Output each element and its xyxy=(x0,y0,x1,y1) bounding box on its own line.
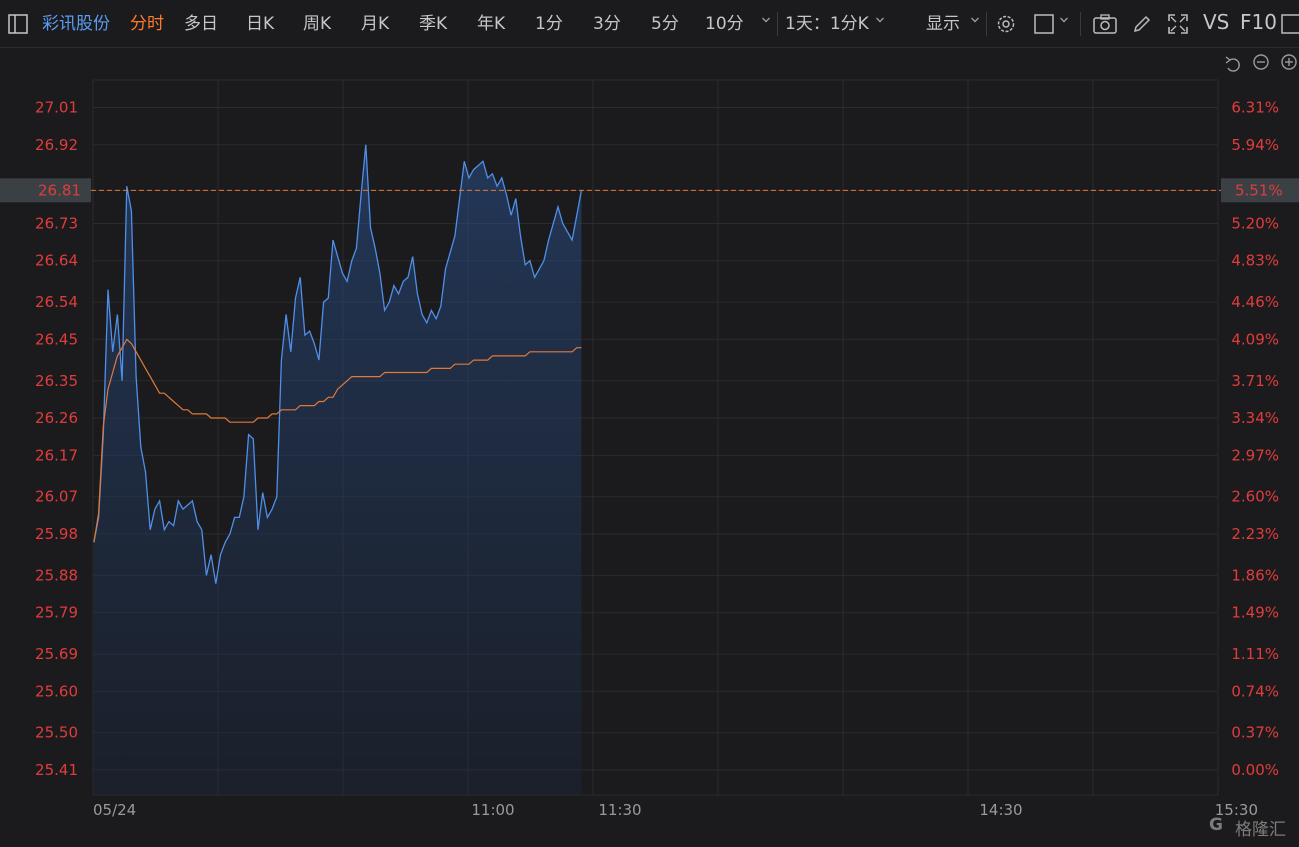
chart-zoom-controls xyxy=(1225,54,1297,72)
price-tick-label: 25.41 xyxy=(35,761,78,779)
price-tick-label: 26.35 xyxy=(35,372,78,390)
price-tick-label: 26.92 xyxy=(35,136,78,154)
tab-yearly-k[interactable]: 年K xyxy=(477,12,505,36)
intraday-chart[interactable]: 27.01 26.92 26.81 26.73 26.64 26.54 26.45 26.35… xyxy=(0,48,1299,847)
tab-monthly-k[interactable]: 月K xyxy=(361,12,389,36)
zoom-in-icon[interactable] xyxy=(1281,54,1297,70)
price-tick-label: 25.50 xyxy=(35,724,78,742)
time-tick-label: 11:30 xyxy=(598,801,641,819)
time-tick-label: 14:30 xyxy=(979,801,1022,819)
percent-tick-label: 4.83% xyxy=(1231,252,1279,270)
chevron-down-icon[interactable] xyxy=(762,16,770,24)
percent-tick-label: 2.97% xyxy=(1231,446,1279,464)
percent-tick-label: 2.60% xyxy=(1231,488,1279,506)
percent-tick-label: 0.00% xyxy=(1231,761,1279,779)
percent-tick-label: 3.34% xyxy=(1231,409,1279,427)
price-tick-label: 26.17 xyxy=(35,446,78,464)
chart-toolbar: 彩讯股份 分时 多日 日K 周K 月K 季K 年K 1分 3分 5分 10分 1… xyxy=(0,0,1299,48)
price-tick-label: 25.69 xyxy=(35,645,78,663)
square-icon[interactable] xyxy=(1034,14,1054,34)
toolbar-divider xyxy=(1080,12,1081,36)
tab-1min[interactable]: 1分 xyxy=(535,12,563,36)
current-pct-label: 5.51% xyxy=(1235,181,1283,199)
percent-tick-label: 4.46% xyxy=(1231,293,1279,311)
price-tick-label: 25.88 xyxy=(35,566,78,584)
period-combo-select[interactable]: 1天：1分K xyxy=(785,12,869,36)
price-tick-label: 27.01 xyxy=(35,99,78,117)
current-price-label: 26.81 xyxy=(38,181,81,199)
tab-5min[interactable]: 5分 xyxy=(651,12,679,36)
tab-quarterly-k[interactable]: 季K xyxy=(419,12,447,36)
time-tick-label: 11:00 xyxy=(471,801,514,819)
tab-intraday[interactable]: 分时 xyxy=(130,12,164,36)
tab-10min[interactable]: 10分 xyxy=(705,12,744,36)
percent-tick-label: 1.11% xyxy=(1231,645,1279,663)
price-tick-label: 26.54 xyxy=(35,293,78,311)
f10-button[interactable]: F10 xyxy=(1240,10,1277,34)
zoom-out-icon[interactable] xyxy=(1253,54,1269,70)
chevron-down-icon[interactable] xyxy=(1060,16,1068,24)
percent-tick-label: 4.09% xyxy=(1231,330,1279,348)
window-icon[interactable] xyxy=(1281,14,1299,34)
toolbar-divider xyxy=(777,12,778,36)
current-price-marker: 26.81 xyxy=(0,178,91,203)
percent-tick-label: 6.31% xyxy=(1231,99,1279,117)
settings-gear-icon[interactable] xyxy=(995,13,1017,35)
percent-tick-label: 1.86% xyxy=(1231,566,1279,584)
percent-tick-label: 0.37% xyxy=(1231,724,1279,742)
watermark-logo: G xyxy=(1209,815,1223,835)
date-tick-label: 05/24 xyxy=(93,801,136,819)
undo-icon[interactable] xyxy=(1225,56,1240,72)
percent-tick-label: 2.23% xyxy=(1231,525,1279,543)
price-tick-label: 26.64 xyxy=(35,252,78,270)
tab-weekly-k[interactable]: 周K xyxy=(303,12,331,36)
percent-tick-label: 3.71% xyxy=(1231,372,1279,390)
toolbar-divider xyxy=(986,12,987,36)
price-area-fill xyxy=(93,144,582,796)
camera-icon[interactable] xyxy=(1093,14,1117,34)
price-tick-label: 26.26 xyxy=(35,409,78,427)
sidebar-toggle-icon[interactable] xyxy=(8,14,28,34)
pencil-icon[interactable] xyxy=(1132,14,1152,34)
price-tick-label: 26.07 xyxy=(35,488,78,506)
percent-tick-label: 5.94% xyxy=(1231,136,1279,154)
percent-tick-label: 1.49% xyxy=(1231,604,1279,622)
watermark-text: 格隆汇 xyxy=(1235,820,1286,840)
tab-daily-k[interactable]: 日K xyxy=(246,12,274,36)
display-menu[interactable]: 显示 xyxy=(926,12,960,36)
percent-tick-label: 5.20% xyxy=(1231,214,1279,232)
price-tick-label: 26.45 xyxy=(35,330,78,348)
price-tick-label: 25.60 xyxy=(35,682,78,700)
tab-multi-day[interactable]: 多日 xyxy=(184,12,218,36)
chevron-down-icon[interactable] xyxy=(971,16,979,24)
stock-name[interactable]: 彩讯股份 xyxy=(42,12,110,36)
price-tick-label: 25.98 xyxy=(35,525,78,543)
time-axis: 05/24 11:00 11:30 14:30 15:30 xyxy=(93,801,1258,819)
tab-3min[interactable]: 3分 xyxy=(593,12,621,36)
chevron-down-icon[interactable] xyxy=(876,16,884,24)
vs-compare-button[interactable]: VS xyxy=(1203,10,1229,34)
price-tick-label: 25.79 xyxy=(35,604,78,622)
percent-tick-label: 0.74% xyxy=(1231,682,1279,700)
current-pct-marker: 5.51% xyxy=(1221,178,1299,203)
price-tick-label: 26.73 xyxy=(35,214,78,232)
fullscreen-icon[interactable] xyxy=(1167,13,1189,35)
